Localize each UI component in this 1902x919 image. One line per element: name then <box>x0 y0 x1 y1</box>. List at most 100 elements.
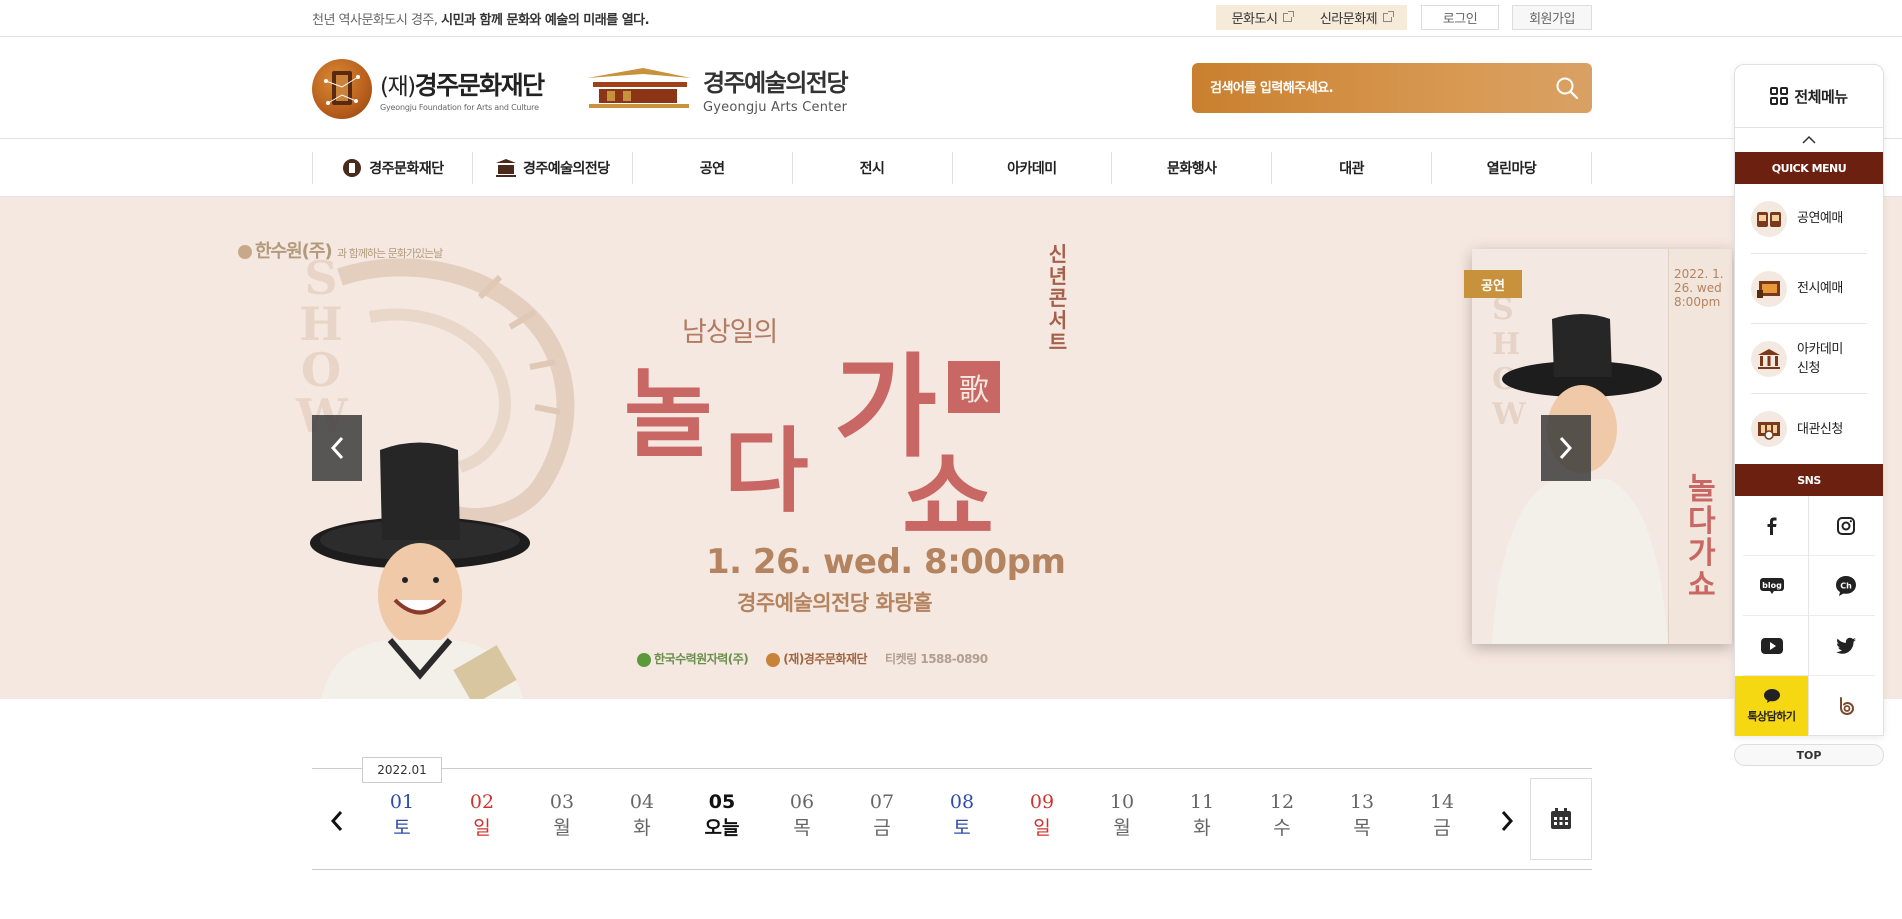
calendar-day[interactable]: 09 일 <box>1002 789 1082 849</box>
quick-item-performance-booking[interactable]: 공연예매 <box>1751 184 1867 254</box>
quick-item-exhibition-booking[interactable]: 전시예매 <box>1751 254 1867 324</box>
logo2-english: Gyeongju Arts Center <box>703 100 848 115</box>
day-weekday: 금 <box>873 817 891 839</box>
twitter-link[interactable] <box>1809 616 1883 676</box>
quick-item-label: 공연예매 <box>1797 211 1843 226</box>
calendar-day[interactable]: 04 화 <box>602 789 682 849</box>
hero-banner[interactable]: 한수원(주) 과 함께하는 문화가있는날 SHOW 남상일의 놀 다 가 쇼 歌… <box>0 197 1902 699</box>
hero-title-char: 쇼 <box>902 439 994 557</box>
day-number: 08 <box>949 791 975 813</box>
calendar-day[interactable]: 11 화 <box>1162 789 1242 849</box>
calendar-day[interactable]: 02 일 <box>442 789 522 849</box>
hero-venue: 경주예술의전당 화랑홀 <box>737 591 933 615</box>
kakao-channel-link[interactable]: Ch <box>1809 556 1883 616</box>
nav-item-exhibition[interactable]: 전시 <box>793 152 953 184</box>
slider-prev-button[interactable] <box>312 415 362 481</box>
calendar-day[interactable]: 06 목 <box>762 789 842 849</box>
quick-item-academy-apply[interactable]: 아카데미 신청 <box>1751 324 1867 394</box>
day-weekday: 일 <box>473 817 491 839</box>
calendar-next-button[interactable] <box>1492 806 1522 836</box>
footer-sponsor-1: 한국수력원자력(주) <box>654 652 749 666</box>
calendar-day[interactable]: 08 토 <box>922 789 1002 849</box>
band-link[interactable] <box>1809 676 1883 736</box>
search-button[interactable] <box>1554 75 1580 101</box>
facebook-link[interactable] <box>1735 496 1809 556</box>
twitter-icon <box>1836 637 1856 654</box>
scroll-top-button[interactable]: TOP <box>1734 744 1884 766</box>
kakao-talk-consult-button[interactable]: 톡상담하기 <box>1735 676 1809 736</box>
calendar-day[interactable]: 14 금 <box>1402 789 1482 849</box>
calendar-day[interactable]: 01 토 <box>362 789 442 849</box>
silla-festival-link[interactable]: 신라문화제 <box>1305 5 1407 30</box>
join-button[interactable]: 회원가입 <box>1512 5 1592 30</box>
nav-item-arts-center[interactable]: 경주예술의전당 <box>473 152 633 184</box>
grid-menu-icon <box>1770 87 1789 105</box>
tagline-plain: 천년 역사문화도시 경주, <box>312 13 438 28</box>
day-number: 09 <box>1029 791 1055 813</box>
day-number: 14 <box>1429 791 1455 813</box>
external-link-icon <box>1383 11 1395 22</box>
sns-heading: SNS <box>1735 464 1883 496</box>
calendar-day[interactable]: 03 월 <box>522 789 602 849</box>
search-input[interactable] <box>1210 76 1530 100</box>
calendar-day[interactable]: 10 월 <box>1082 789 1162 849</box>
blog-link[interactable]: blog <box>1735 556 1809 616</box>
youtube-link[interactable] <box>1735 616 1809 676</box>
day-weekday: 수 <box>1273 817 1291 839</box>
poster-thumbnail[interactable]: S H O W 2022. 1. 26. wed 8:00pm 놀다가쇼 <box>1472 249 1732 644</box>
calendar-day[interactable]: 13 목 <box>1322 789 1402 849</box>
site-header: (재)경주문화재단 Gyeongju Foundation for Arts a… <box>0 38 1902 139</box>
day-number: 03 <box>549 791 575 813</box>
chevron-left-icon <box>330 811 343 831</box>
calendar-bottom-divider <box>312 869 1592 870</box>
hero-date: 1. 26. wed. 8:00pm <box>706 542 1066 582</box>
calendar-month-label: 2022.01 <box>362 757 442 783</box>
quick-item-rental-apply[interactable]: 대관신청 <box>1751 394 1867 464</box>
nav-item-academy[interactable]: 아카데미 <box>953 152 1113 184</box>
all-menu-label: 전체메뉴 <box>1794 87 1848 106</box>
nav-item-performance[interactable]: 공연 <box>633 152 793 184</box>
nav-label: 경주예술의전당 <box>522 161 610 177</box>
search-icon <box>1556 77 1579 100</box>
blog-icon: blog <box>1759 578 1784 594</box>
nav-item-open-forum[interactable]: 열린마당 <box>1432 152 1592 184</box>
day-weekday: 목 <box>1353 817 1371 839</box>
day-number: 12 <box>1269 791 1295 813</box>
calendar-day[interactable]: 07 금 <box>842 789 922 849</box>
svg-text:W: W <box>1491 397 1527 432</box>
instagram-link[interactable] <box>1809 496 1883 556</box>
hero-seal: 歌 <box>948 361 1000 413</box>
footer-ticket: 티켓링 1588-0890 <box>885 652 988 666</box>
footer-sponsor-2: (재)경주문화재단 <box>783 652 868 666</box>
nav-item-rental[interactable]: 대관 <box>1272 152 1433 184</box>
chevron-up-icon <box>1802 136 1816 144</box>
svg-text:blog: blog <box>1762 581 1782 590</box>
academy-icon <box>1751 340 1787 377</box>
svg-text:Ch: Ch <box>1840 582 1852 591</box>
all-menu-button[interactable]: 전체메뉴 <box>1735 65 1883 128</box>
day-weekday: 화 <box>1193 817 1211 839</box>
arts-center-icon <box>495 159 516 177</box>
calendar-day-strip: 01 토 02 일 03 월 04 화 05 오늘 06 목 07 금 08 토 09 일 10 월… <box>362 789 1482 849</box>
culture-city-link[interactable]: 문화도시 <box>1216 5 1308 30</box>
quick-menu-collapse-button[interactable] <box>1735 128 1883 152</box>
day-number: 10 <box>1109 791 1135 813</box>
arts-center-logo[interactable]: 경주예술의전당 Gyeongju Arts Center <box>583 64 863 115</box>
calendar-prev-button[interactable] <box>322 806 352 836</box>
nav-item-foundation[interactable]: 경주문화재단 <box>313 152 473 184</box>
culture-city-label: 문화도시 <box>1231 12 1278 27</box>
day-number: 05 <box>708 791 736 813</box>
calendar-day[interactable]: 05 오늘 <box>682 789 762 849</box>
chevron-right-icon <box>1501 811 1514 831</box>
login-button[interactable]: 로그인 <box>1421 5 1499 30</box>
arts-center-emblem-icon <box>587 68 691 108</box>
calendar-open-button[interactable] <box>1530 778 1592 860</box>
site-tagline: 천년 역사문화도시 경주, 시민과 함께 문화와 예술의 미래를 열다. <box>312 9 650 28</box>
day-weekday: 오늘 <box>704 817 740 839</box>
foundation-logo[interactable]: (재)경주문화재단 Gyeongju Foundation for Arts a… <box>312 58 562 120</box>
chevron-left-icon <box>330 436 344 460</box>
nav-item-cultural-events[interactable]: 문화행사 <box>1112 152 1273 184</box>
calendar-day[interactable]: 12 수 <box>1242 789 1322 849</box>
slider-next-button[interactable] <box>1541 415 1591 481</box>
logo1-name: 경주문화재단 <box>414 71 546 100</box>
